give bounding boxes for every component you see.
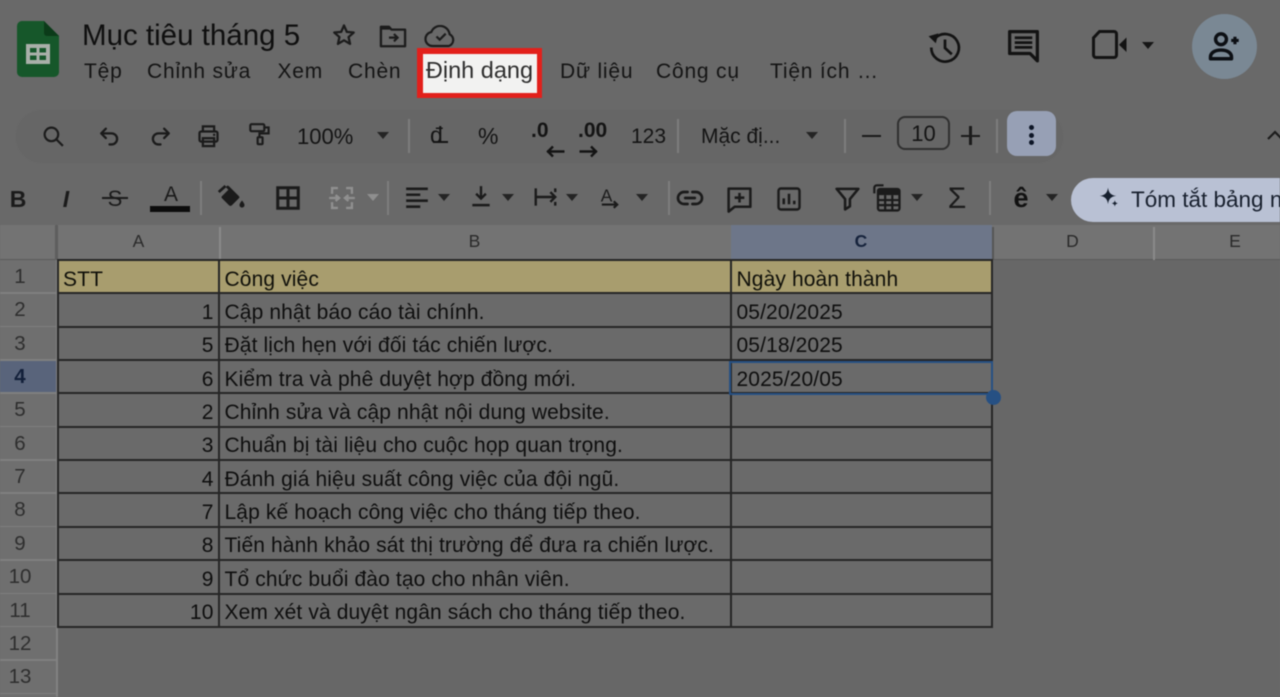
- svg-text:A: A: [601, 185, 613, 205]
